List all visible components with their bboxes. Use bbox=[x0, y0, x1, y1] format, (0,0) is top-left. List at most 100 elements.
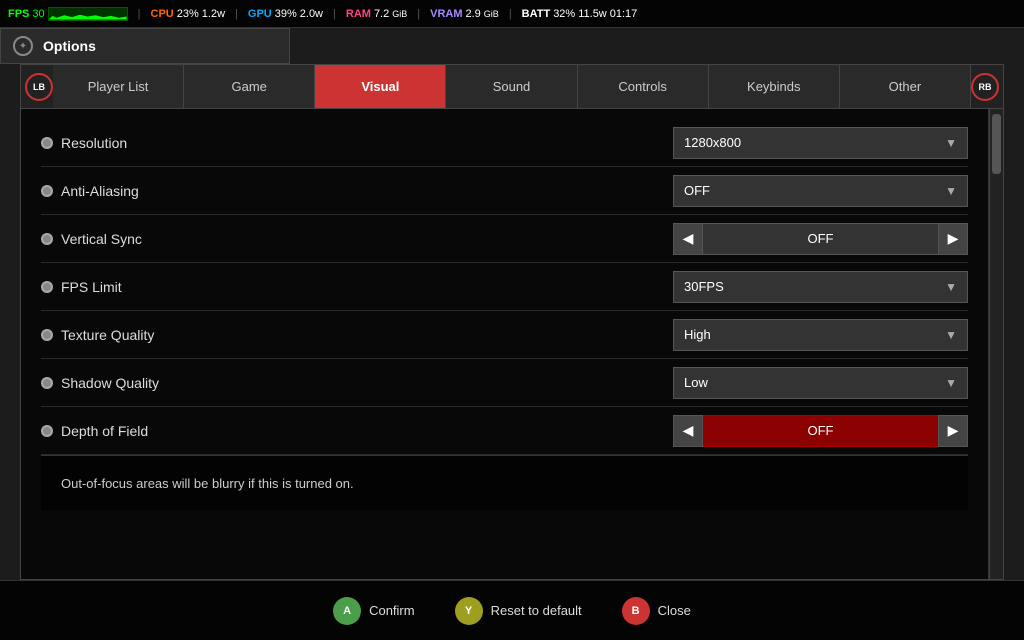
arrow-fps-limit: ▼ bbox=[945, 280, 957, 294]
tab-player-list[interactable]: Player List bbox=[53, 65, 184, 108]
info-text: Out-of-focus areas will be blurry if thi… bbox=[61, 476, 354, 491]
reset-action[interactable]: Y Reset to default bbox=[455, 597, 582, 625]
fps-value: 30 bbox=[32, 8, 44, 20]
control-texture-quality: High ▼ bbox=[673, 319, 968, 351]
hud-battery: BATT 32% 11.5w 01:17 bbox=[522, 8, 638, 20]
dot-texture-quality bbox=[41, 329, 53, 341]
vram-unit: GiB bbox=[484, 9, 499, 19]
control-shadow-quality: Low ▼ bbox=[673, 367, 968, 399]
bottom-bar: A Confirm Y Reset to default B Close bbox=[0, 580, 1024, 640]
options-titlebar: ✦ Options bbox=[0, 28, 290, 64]
scrollbar-thumb[interactable] bbox=[992, 114, 1001, 174]
label-texture-quality: Texture Quality bbox=[61, 327, 154, 343]
options-title: Options bbox=[43, 38, 96, 54]
control-resolution: 1280x800 ▼ bbox=[673, 127, 968, 159]
control-vertical-sync: ◀ OFF ▶ bbox=[673, 223, 968, 255]
confirm-action[interactable]: A Confirm bbox=[333, 597, 415, 625]
setting-fps-limit: FPS Limit 30FPS ▼ bbox=[41, 263, 968, 311]
setting-depth-of-field: Depth of Field ◀ OFF ▶ bbox=[41, 407, 968, 455]
settings-content: Resolution 1280x800 ▼ Anti-Aliasing bbox=[21, 109, 1003, 579]
setting-anti-aliasing: Anti-Aliasing OFF ▼ bbox=[41, 167, 968, 215]
fps-label: FPS bbox=[8, 8, 29, 20]
label-shadow-quality: Shadow Quality bbox=[61, 375, 159, 391]
left-arrow-vertical-sync[interactable]: ◀ bbox=[673, 223, 703, 255]
right-arrow-depth-of-field[interactable]: ▶ bbox=[938, 415, 968, 447]
hud-cpu: CPU 23% 1.2w bbox=[151, 8, 226, 20]
tabs-container: LB Player List Game Visual Sound Control… bbox=[21, 65, 1003, 109]
dot-resolution bbox=[41, 137, 53, 149]
hud-vram: VRAM 2.9GiB bbox=[430, 8, 499, 20]
value-anti-aliasing: OFF bbox=[684, 183, 710, 198]
value-texture-quality: High bbox=[684, 327, 711, 342]
ram-unit: GiB bbox=[392, 9, 407, 19]
arrow-shadow-quality: ▼ bbox=[945, 376, 957, 390]
batt-label: BATT bbox=[522, 8, 551, 20]
dot-anti-aliasing bbox=[41, 185, 53, 197]
tabs-list: Player List Game Visual Sound Controls K… bbox=[53, 65, 971, 108]
reset-button[interactable]: Y bbox=[455, 597, 483, 625]
ram-label: RAM bbox=[346, 8, 371, 20]
dot-fps-limit bbox=[41, 281, 53, 293]
ram-value: 7.2 bbox=[374, 8, 389, 20]
control-anti-aliasing: OFF ▼ bbox=[673, 175, 968, 207]
dot-shadow-quality bbox=[41, 377, 53, 389]
cpu-pct: 23% bbox=[177, 8, 199, 20]
rb-button[interactable]: RB bbox=[971, 73, 999, 101]
close-action[interactable]: B Close bbox=[622, 597, 691, 625]
vram-value: 2.9 bbox=[466, 8, 481, 20]
setting-shadow-quality: Shadow Quality Low ▼ bbox=[41, 359, 968, 407]
tab-sound[interactable]: Sound bbox=[446, 65, 577, 108]
tab-keybinds[interactable]: Keybinds bbox=[709, 65, 840, 108]
label-resolution: Resolution bbox=[61, 135, 127, 151]
tab-game[interactable]: Game bbox=[184, 65, 315, 108]
arrow-anti-aliasing: ▼ bbox=[945, 184, 957, 198]
cpu-label: CPU bbox=[151, 8, 174, 20]
hud-bar: FPS 30 | CPU 23% 1.2w | GPU 39% 2.0w | R… bbox=[0, 0, 1024, 28]
gpu-label: GPU bbox=[248, 8, 272, 20]
close-label: Close bbox=[658, 603, 691, 618]
arrow-resolution: ▼ bbox=[945, 136, 957, 150]
vram-label: VRAM bbox=[430, 8, 462, 20]
dropdown-resolution[interactable]: 1280x800 ▼ bbox=[673, 127, 968, 159]
close-button[interactable]: B bbox=[622, 597, 650, 625]
right-arrow-vertical-sync[interactable]: ▶ bbox=[938, 223, 968, 255]
batt-pct: 32% bbox=[553, 8, 575, 20]
tab-controls[interactable]: Controls bbox=[578, 65, 709, 108]
options-icon: ✦ bbox=[13, 36, 33, 56]
arrow-texture-quality: ▼ bbox=[945, 328, 957, 342]
confirm-button[interactable]: A bbox=[333, 597, 361, 625]
fps-graph bbox=[48, 7, 128, 21]
hud-ram: RAM 7.2GiB bbox=[346, 8, 407, 20]
dot-depth-of-field bbox=[41, 425, 53, 437]
gpu-pct: 39% bbox=[275, 8, 297, 20]
value-fps-limit: 30FPS bbox=[684, 279, 724, 294]
value-vertical-sync: OFF bbox=[703, 223, 938, 255]
batt-time: 01:17 bbox=[610, 8, 638, 20]
lb-button[interactable]: LB bbox=[25, 73, 53, 101]
dropdown-texture-quality[interactable]: High ▼ bbox=[673, 319, 968, 351]
left-arrow-depth-of-field[interactable]: ◀ bbox=[673, 415, 703, 447]
dropdown-shadow-quality[interactable]: Low ▼ bbox=[673, 367, 968, 399]
value-depth-of-field: OFF bbox=[703, 415, 938, 447]
setting-resolution: Resolution 1280x800 ▼ bbox=[41, 119, 968, 167]
dropdown-fps-limit[interactable]: 30FPS ▼ bbox=[673, 271, 968, 303]
options-panel: LB Player List Game Visual Sound Control… bbox=[20, 64, 1004, 580]
tab-other[interactable]: Other bbox=[840, 65, 971, 108]
tab-visual[interactable]: Visual bbox=[315, 65, 446, 108]
gpu-watts: 2.0w bbox=[300, 8, 323, 20]
batt-watts: 11.5w bbox=[578, 8, 607, 20]
dropdown-anti-aliasing[interactable]: OFF ▼ bbox=[673, 175, 968, 207]
control-depth-of-field: ◀ OFF ▶ bbox=[673, 415, 968, 447]
label-vertical-sync: Vertical Sync bbox=[61, 231, 142, 247]
value-resolution: 1280x800 bbox=[684, 135, 741, 150]
label-anti-aliasing: Anti-Aliasing bbox=[61, 183, 139, 199]
confirm-label: Confirm bbox=[369, 603, 415, 618]
cpu-watts: 1.2w bbox=[202, 8, 225, 20]
label-depth-of-field: Depth of Field bbox=[61, 423, 148, 439]
hud-gpu: GPU 39% 2.0w bbox=[248, 8, 323, 20]
control-fps-limit: 30FPS ▼ bbox=[673, 271, 968, 303]
dot-vertical-sync bbox=[41, 233, 53, 245]
info-box: Out-of-focus areas will be blurry if thi… bbox=[41, 455, 968, 510]
hud-fps: FPS 30 bbox=[8, 7, 128, 21]
scrollbar-track[interactable] bbox=[989, 109, 1003, 579]
